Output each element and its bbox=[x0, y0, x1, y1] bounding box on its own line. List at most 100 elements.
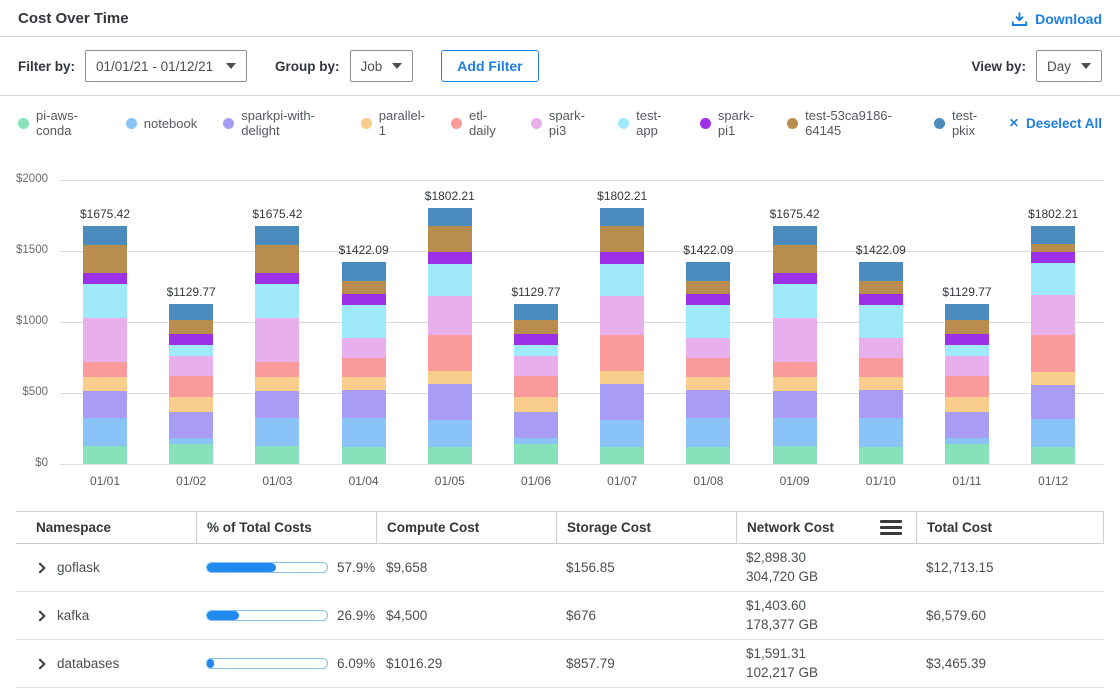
bar-01/07 bbox=[600, 208, 644, 464]
compute-cost-cell: $1016.29 bbox=[376, 640, 556, 687]
bar-segment-notebook bbox=[428, 420, 472, 447]
bar-segment-test-pkix bbox=[1031, 226, 1075, 244]
bar-segment-test-53ca9186-64145 bbox=[1031, 244, 1075, 252]
download-button[interactable]: Download bbox=[1011, 11, 1102, 27]
bar-total-label: $1129.77 bbox=[922, 285, 1012, 299]
namespace-label: kafka bbox=[57, 608, 89, 623]
bar-total-label: $1675.42 bbox=[232, 207, 322, 221]
pct-progress-fill bbox=[207, 563, 276, 572]
column-header--of-total-costs: % of Total Costs bbox=[196, 512, 376, 543]
bar-segment-spark-pi1 bbox=[514, 334, 558, 345]
legend-item-notebook[interactable]: notebook bbox=[126, 116, 198, 131]
bar-segment-notebook bbox=[255, 418, 299, 446]
chevron-right-icon[interactable] bbox=[34, 610, 45, 621]
bar-segment-test-app bbox=[255, 284, 299, 319]
bar-segment-spark-pi3 bbox=[255, 318, 299, 361]
legend-item-label: etl-daily bbox=[469, 108, 505, 138]
bar-segment-test-app bbox=[169, 345, 213, 356]
y-axis-tick-label: $1500 bbox=[0, 244, 48, 256]
gridline-1500 bbox=[60, 251, 1104, 252]
namespace-cell: goflask bbox=[16, 544, 196, 591]
compute-cost-cell: $4,500 bbox=[376, 592, 556, 639]
group-by-dropdown[interactable]: Job bbox=[350, 50, 414, 82]
close-icon: ✕ bbox=[1009, 116, 1019, 130]
bar-segment-test-app bbox=[514, 345, 558, 356]
legend-item-label: pi-aws-conda bbox=[36, 108, 100, 138]
bar-segment-test-pkix bbox=[600, 208, 644, 225]
table-row-goflask: goflask57.9%$9,658$156.85$2,898.30304,72… bbox=[16, 544, 1104, 592]
bar-segment-test-pkix bbox=[859, 262, 903, 280]
bar-segment-sparkpi-with-delight bbox=[1031, 385, 1075, 419]
legend-dot-icon bbox=[531, 118, 542, 129]
bar-segment-test-53ca9186-64145 bbox=[255, 245, 299, 274]
chevron-right-icon[interactable] bbox=[34, 562, 45, 573]
bar-segment-spark-pi3 bbox=[773, 318, 817, 361]
column-header-compute-cost: Compute Cost bbox=[376, 512, 556, 543]
legend-item-label: parallel-1 bbox=[379, 108, 425, 138]
legend-item-test-pkix[interactable]: test-pkix bbox=[934, 108, 991, 138]
x-axis-tick-label: 01/07 bbox=[577, 474, 667, 488]
bar-segment-test-app bbox=[83, 284, 127, 319]
bar-01/01 bbox=[83, 226, 127, 464]
date-range-dropdown[interactable]: 01/01/21 - 01/12/21 bbox=[85, 50, 247, 82]
legend-item-spark-pi3[interactable]: spark-pi3 bbox=[531, 108, 592, 138]
bar-segment-test-53ca9186-64145 bbox=[859, 281, 903, 294]
pct-label: 6.09% bbox=[337, 656, 375, 671]
view-by-dropdown[interactable]: Day bbox=[1036, 50, 1102, 82]
column-header-storage-cost: Storage Cost bbox=[556, 512, 736, 543]
bar-segment-test-app bbox=[342, 305, 386, 338]
bar-segment-pi-aws-conda bbox=[169, 444, 213, 464]
storage-cost-cell: $857.79 bbox=[556, 640, 736, 687]
network-cost-cell: $2,898.30304,720 GB bbox=[736, 544, 916, 591]
bar-segment-test-pkix bbox=[342, 262, 386, 280]
pct-progress-bar bbox=[206, 658, 328, 669]
x-axis-tick-label: 01/01 bbox=[60, 474, 150, 488]
bar-segment-parallel-1 bbox=[83, 377, 127, 391]
bar-segment-spark-pi1 bbox=[169, 334, 213, 345]
namespace-label: goflask bbox=[57, 560, 100, 575]
legend-item-test-53ca9186-64145[interactable]: test-53ca9186-64145 bbox=[787, 108, 908, 138]
chevron-right-icon[interactable] bbox=[34, 658, 45, 669]
legend-item-etl-daily[interactable]: etl-daily bbox=[451, 108, 505, 138]
legend-item-label: notebook bbox=[144, 116, 198, 131]
bar-segment-test-app bbox=[773, 284, 817, 319]
legend-item-sparkpi-with-delight[interactable]: sparkpi-with-delight bbox=[223, 108, 334, 138]
column-header-network-cost: Network Cost bbox=[736, 512, 916, 543]
bar-total-label: $1802.21 bbox=[1008, 207, 1098, 221]
pct-label: 26.9% bbox=[337, 608, 375, 623]
namespace-cost-table: Namespace % of Total CostsCompute CostSto… bbox=[16, 511, 1104, 688]
pct-progress-bar bbox=[206, 562, 328, 573]
network-gb-value: 178,377 GB bbox=[746, 617, 818, 633]
bar-segment-notebook bbox=[342, 418, 386, 447]
legend-item-parallel-1[interactable]: parallel-1 bbox=[361, 108, 425, 138]
bar-segment-etl-daily bbox=[255, 362, 299, 378]
cost-over-time-chart: $0$500$1000$1500$2000$1675.4201/01$1129.… bbox=[0, 150, 1120, 495]
legend-item-label: test-53ca9186-64145 bbox=[805, 108, 908, 138]
bar-total-label: $1422.09 bbox=[663, 243, 753, 257]
bar-01/05 bbox=[428, 208, 472, 464]
bar-segment-spark-pi1 bbox=[1031, 252, 1075, 263]
y-axis-tick-label: $1000 bbox=[0, 315, 48, 327]
legend-item-test-app[interactable]: test-app bbox=[618, 108, 674, 138]
chevron-down-icon bbox=[392, 63, 402, 69]
legend-dot-icon bbox=[700, 118, 711, 129]
legend-items: pi-aws-conda notebook sparkpi-with-delight… bbox=[18, 108, 991, 138]
legend-dot-icon bbox=[787, 118, 798, 129]
column-header-label: Namespace bbox=[36, 520, 111, 535]
bar-01/06 bbox=[514, 304, 558, 464]
pct-of-total-cell: 6.09% bbox=[196, 640, 376, 687]
bar-01/08 bbox=[686, 262, 730, 464]
bar-segment-spark-pi3 bbox=[342, 338, 386, 358]
column-menu-icon[interactable] bbox=[880, 520, 902, 535]
group-by-label: Group by: bbox=[275, 59, 340, 74]
legend-item-label: spark-pi1 bbox=[718, 108, 761, 138]
deselect-all-button[interactable]: ✕ Deselect All bbox=[1009, 116, 1102, 131]
column-header-total-cost: Total Cost bbox=[916, 512, 1104, 543]
bar-segment-etl-daily bbox=[859, 358, 903, 377]
add-filter-button[interactable]: Add Filter bbox=[441, 50, 538, 82]
view-by-label: View by: bbox=[971, 59, 1026, 74]
legend-item-spark-pi1[interactable]: spark-pi1 bbox=[700, 108, 761, 138]
bar-segment-spark-pi1 bbox=[428, 252, 472, 263]
legend-item-pi-aws-conda[interactable]: pi-aws-conda bbox=[18, 108, 100, 138]
x-axis-tick-label: 01/08 bbox=[663, 474, 753, 488]
